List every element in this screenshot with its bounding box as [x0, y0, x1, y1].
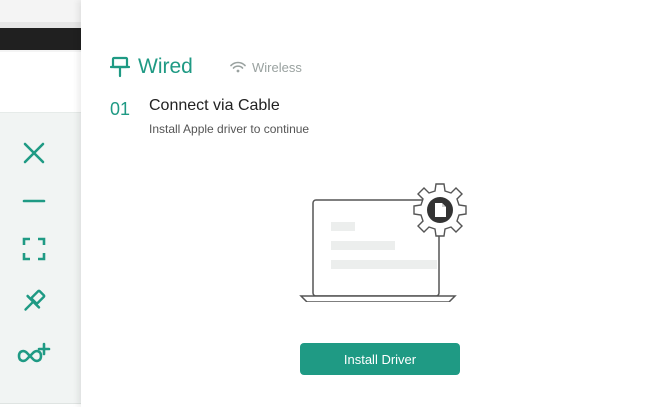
pin-icon	[24, 289, 46, 311]
wifi-icon	[230, 61, 246, 73]
minimize-icon	[22, 199, 46, 203]
tab-wireless-label: Wireless	[252, 59, 302, 75]
minimize-button[interactable]	[14, 181, 54, 221]
install-driver-button[interactable]: Install Driver	[300, 343, 460, 375]
fullscreen-button[interactable]	[14, 229, 54, 269]
fullscreen-icon	[22, 237, 46, 261]
background-window-bar	[0, 28, 81, 50]
link-add-button[interactable]	[14, 335, 54, 375]
step-title: Connect via Cable	[149, 97, 280, 114]
laptop-driver-illustration	[299, 183, 467, 302]
link-add-icon	[17, 342, 51, 363]
pin-button[interactable]	[14, 281, 54, 321]
tab-wired-label: Wired	[138, 55, 193, 78]
toolbar-divider	[0, 403, 81, 404]
tab-wireless[interactable]: Wireless	[230, 58, 302, 76]
floating-toolbar	[0, 112, 81, 404]
close-icon	[23, 142, 45, 164]
step-number: 01	[110, 99, 131, 119]
tab-wired[interactable]: Wired	[110, 52, 193, 82]
plug-icon	[110, 56, 130, 78]
background-window	[0, 0, 81, 52]
step-subtitle: Install Apple driver to continue	[149, 122, 310, 136]
close-button[interactable]	[14, 133, 54, 173]
